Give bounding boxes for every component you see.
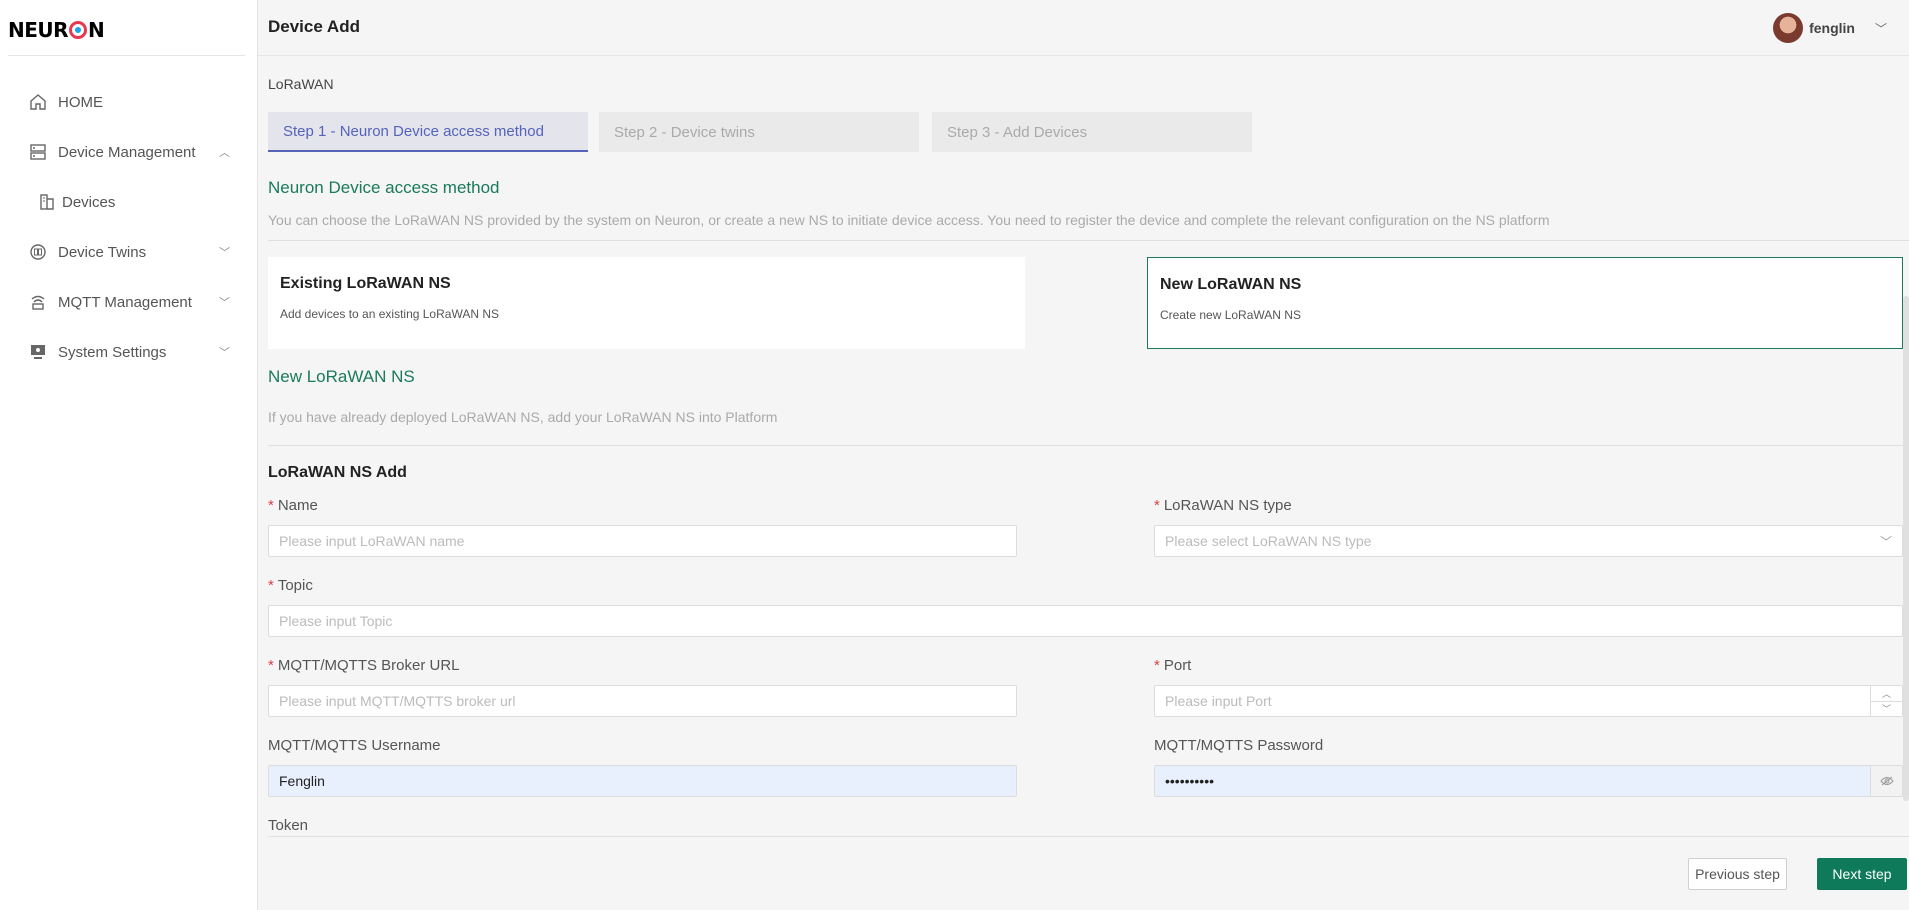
page-title: Device Add (268, 17, 360, 36)
topic-label: * Topic (268, 577, 313, 594)
sidebar-item-home[interactable]: HOME (0, 82, 258, 122)
sidebar-item-label: System Settings (58, 343, 167, 361)
name-placeholder: Please input LoRaWAN name (279, 533, 465, 549)
step-2: Step 2 - Device twins (599, 112, 919, 152)
sidebar-item-device-management[interactable]: Device Management ︿ (0, 132, 258, 172)
required-mark: * (1154, 657, 1160, 674)
form-title: LoRaWAN NS Add (268, 464, 407, 481)
ns-type-placeholder: Please select LoRaWAN NS type (1165, 533, 1372, 549)
required-mark: * (268, 577, 274, 594)
broker-url-placeholder: Please input MQTT/MQTTS broker url (279, 693, 516, 709)
name-label: * Name (268, 497, 318, 514)
sidebar: NEUR N HOME Device Management ︿ Devices D… (0, 0, 258, 910)
sidebar-item-label: Device Management (58, 143, 196, 161)
topic-placeholder: Please input Topic (279, 613, 393, 629)
username-label: MQTT/MQTTS Username (268, 737, 441, 754)
devices-icon (37, 192, 57, 212)
port-placeholder: Please input Port (1165, 693, 1272, 709)
user-name[interactable]: fenglin (1809, 20, 1855, 36)
chevron-down-icon: ﹀ (1879, 534, 1892, 549)
monitor-icon (28, 342, 48, 362)
logo-mark-icon (69, 21, 88, 39)
sidebar-item-mqtt-management[interactable]: MQTT Management ﹀ (0, 282, 258, 322)
server-icon (28, 142, 48, 162)
access-method-description: You can choose the LoRaWAN NS provided b… (268, 212, 1550, 228)
port-input[interactable]: Please input Port ︿ ﹀ (1154, 685, 1903, 717)
avatar[interactable] (1773, 13, 1804, 43)
new-ns-title: New LoRaWAN NS (268, 367, 415, 386)
option-title: Existing LoRaWAN NS (280, 275, 451, 292)
token-label: Token (268, 817, 309, 834)
broker-url-label-text: MQTT/MQTTS Broker URL (277, 657, 460, 674)
topic-label-text: Topic (277, 577, 313, 594)
home-icon (28, 92, 48, 112)
option-description: Add devices to an existing LoRaWAN NS (280, 307, 499, 321)
logo-divider (8, 55, 245, 56)
username-value: Fenglin (279, 773, 325, 789)
name-label-text: Name (277, 497, 318, 514)
required-mark: * (268, 657, 274, 674)
port-label-text: Port (1163, 657, 1192, 674)
chevron-down-icon: ﹀ (219, 247, 230, 259)
ns-type-select[interactable]: Please select LoRaWAN NS type ﹀ (1154, 525, 1903, 557)
chevron-down-icon: ﹀ (219, 297, 230, 309)
logo-text-left: NEUR (8, 18, 69, 42)
ns-type-label-text: LoRaWAN NS type (1163, 497, 1292, 514)
name-input[interactable]: Please input LoRaWAN name (268, 525, 1017, 557)
sidebar-item-system-settings[interactable]: System Settings ﹀ (0, 332, 258, 372)
required-mark: * (1154, 497, 1160, 514)
password-input[interactable]: •••••••••• (1154, 765, 1903, 797)
step-1[interactable]: Step 1 - Neuron Device access method (268, 112, 588, 152)
topic-input[interactable]: Please input Topic (268, 605, 1903, 637)
chevron-up-icon: ︿ (219, 147, 230, 159)
chevron-up-icon[interactable]: ︿ (1871, 686, 1902, 702)
option-title: New LoRaWAN NS (1160, 276, 1302, 293)
neuron-logo[interactable]: NEUR N (8, 16, 105, 44)
breadcrumb: LoRaWAN (268, 76, 334, 92)
previous-step-button[interactable]: Previous step (1688, 858, 1787, 890)
divider (268, 240, 1909, 241)
mqtt-icon (28, 292, 48, 312)
sidebar-item-label: Device Twins (58, 243, 147, 261)
broker-url-input[interactable]: Please input MQTT/MQTTS broker url (268, 685, 1017, 717)
sidebar-item-label: Devices (62, 193, 116, 211)
eye-icon[interactable] (1870, 766, 1902, 796)
main-content: LoRaWAN Step 1 - Neuron Device access me… (258, 56, 1909, 910)
logo-text-right: N (88, 18, 105, 42)
broker-url-label: * MQTT/MQTTS Broker URL (268, 657, 460, 674)
sidebar-item-label: MQTT Management (58, 293, 192, 311)
step-3: Step 3 - Add Devices (932, 112, 1252, 152)
user-menu[interactable]: fenglin ﹀ (1773, 13, 1887, 43)
password-label: MQTT/MQTTS Password (1154, 737, 1324, 754)
chevron-down-icon[interactable]: ﹀ (1875, 20, 1887, 37)
top-header: Device Add fenglin ﹀ (258, 0, 1909, 56)
required-mark: * (268, 497, 274, 514)
port-label: * Port (1154, 657, 1191, 674)
option-existing-ns[interactable]: Existing LoRaWAN NS Add devices to an ex… (268, 257, 1025, 349)
password-value: •••••••••• (1165, 773, 1215, 789)
new-ns-description: If you have already deployed LoRaWAN NS,… (268, 409, 778, 425)
divider (268, 445, 1909, 446)
port-stepper[interactable]: ︿ ﹀ (1870, 686, 1902, 716)
ns-type-label: * LoRaWAN NS type (1154, 497, 1292, 514)
scrollbar[interactable] (1903, 296, 1909, 801)
access-method-title: Neuron Device access method (268, 178, 500, 197)
chevron-down-icon[interactable]: ﹀ (1871, 702, 1902, 717)
sidebar-item-device-twins[interactable]: Device Twins ﹀ (0, 232, 258, 272)
option-description: Create new LoRaWAN NS (1160, 308, 1301, 322)
next-step-button[interactable]: Next step (1817, 858, 1907, 890)
username-input[interactable]: Fenglin (268, 765, 1017, 797)
sidebar-item-devices[interactable]: Devices (0, 182, 258, 222)
form-bottom-divider (268, 836, 1909, 837)
chevron-down-icon: ﹀ (219, 347, 230, 359)
sidebar-item-label: HOME (58, 93, 103, 111)
twins-icon (28, 242, 48, 262)
option-new-ns[interactable]: New LoRaWAN NS Create new LoRaWAN NS (1147, 257, 1903, 349)
